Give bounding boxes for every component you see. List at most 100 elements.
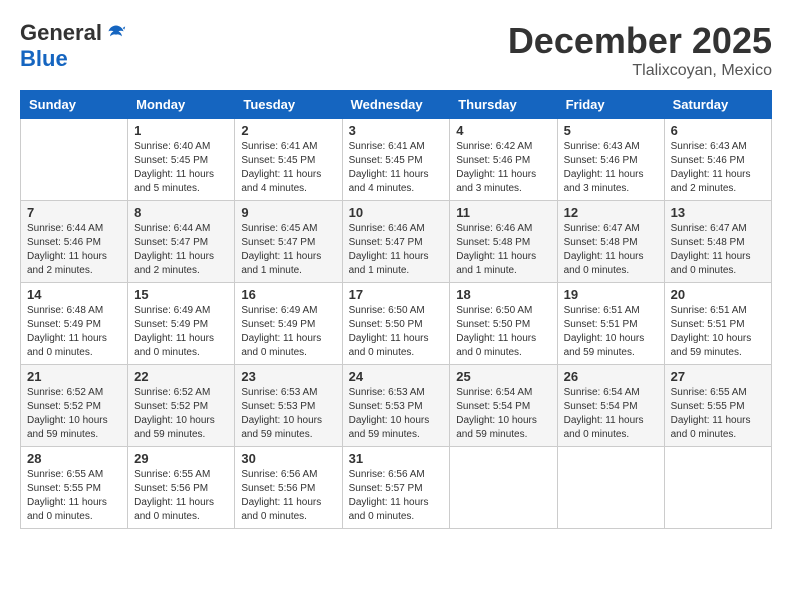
day-number: 21 [27,369,121,384]
day-number: 6 [671,123,765,138]
day-info: Sunrise: 6:56 AMSunset: 5:57 PMDaylight:… [349,468,444,524]
day-info: Sunrise: 6:55 AMSunset: 5:56 PMDaylight:… [134,468,228,524]
calendar-header-tuesday: Tuesday [235,91,342,119]
day-number: 10 [349,205,444,220]
day-number: 18 [456,287,550,302]
calendar-header-sunday: Sunday [21,91,128,119]
calendar-cell: 4Sunrise: 6:42 AMSunset: 5:46 PMDaylight… [450,119,557,201]
calendar-cell: 8 Sunrise: 6:44 AMSunset: 5:47 PMDaylight… [128,201,235,283]
day-info: Sunrise: 6:41 AMSunset: 5:45 PMDaylight:… [349,140,444,196]
day-number: 17 [349,287,444,302]
calendar-cell [664,447,771,529]
calendar-cell: 6 Sunrise: 6:43 AMSunset: 5:46 PMDaylight… [664,119,771,201]
day-info: Sunrise: 6:43 AMSunset: 5:46 PMDaylight:… [671,140,765,196]
calendar-week-row: 1 Sunrise: 6:40 AMSunset: 5:45 PMDaylight… [21,119,772,201]
calendar-cell: 19 Sunrise: 6:51 AMSunset: 5:51 PMDayligh… [557,283,664,365]
day-info: Sunrise: 6:53 AMSunset: 5:53 PMDaylight:… [349,386,444,442]
day-info: Sunrise: 6:51 AMSunset: 5:51 PMDaylight:… [564,304,658,360]
month-title: December 2025 [508,20,772,62]
calendar-cell: 20Sunrise: 6:51 AMSunset: 5:51 PMDayligh… [664,283,771,365]
day-info: Sunrise: 6:49 AMSunset: 5:49 PMDaylight:… [134,304,228,360]
calendar-cell: 23 Sunrise: 6:53 AMSunset: 5:53 PMDayligh… [235,365,342,447]
day-info: Sunrise: 6:55 AMSunset: 5:55 PMDaylight:… [27,468,121,524]
calendar-cell: 31Sunrise: 6:56 AMSunset: 5:57 PMDayligh… [342,447,450,529]
day-number: 13 [671,205,765,220]
calendar-cell: 10Sunrise: 6:46 AMSunset: 5:47 PMDayligh… [342,201,450,283]
day-number: 2 [241,123,335,138]
day-number: 8 [134,205,228,220]
day-info: Sunrise: 6:54 AMSunset: 5:54 PMDaylight:… [456,386,550,442]
day-info: Sunrise: 6:54 AMSunset: 5:54 PMDaylight:… [564,386,658,442]
logo-general-text: General [20,20,102,46]
day-number: 5 [564,123,658,138]
calendar-cell: 27 Sunrise: 6:55 AMSunset: 5:55 PMDayligh… [664,365,771,447]
calendar-week-row: 28 Sunrise: 6:55 AMSunset: 5:55 PMDayligh… [21,447,772,529]
calendar-cell: 24 Sunrise: 6:53 AMSunset: 5:53 PMDayligh… [342,365,450,447]
day-info: Sunrise: 6:49 AMSunset: 5:49 PMDaylight:… [241,304,335,360]
calendar-cell: 17Sunrise: 6:50 AMSunset: 5:50 PMDayligh… [342,283,450,365]
calendar-week-row: 7Sunrise: 6:44 AMSunset: 5:46 PMDaylight… [21,201,772,283]
calendar-table: SundayMondayTuesdayWednesdayThursdayFrid… [20,90,772,529]
calendar-cell: 5 Sunrise: 6:43 AMSunset: 5:46 PMDaylight… [557,119,664,201]
calendar-header-thursday: Thursday [450,91,557,119]
day-number: 19 [564,287,658,302]
day-number: 11 [456,205,550,220]
calendar-header-wednesday: Wednesday [342,91,450,119]
calendar-header-row: SundayMondayTuesdayWednesdayThursdayFrid… [21,91,772,119]
day-info: Sunrise: 6:53 AMSunset: 5:53 PMDaylight:… [241,386,335,442]
day-number: 12 [564,205,658,220]
calendar-week-row: 21 Sunrise: 6:52 AMSunset: 5:52 PMDayligh… [21,365,772,447]
day-info: Sunrise: 6:46 AMSunset: 5:48 PMDaylight:… [456,222,550,278]
day-info: Sunrise: 6:43 AMSunset: 5:46 PMDaylight:… [564,140,658,196]
calendar-cell: 18Sunrise: 6:50 AMSunset: 5:50 PMDayligh… [450,283,557,365]
calendar-cell: 9 Sunrise: 6:45 AMSunset: 5:47 PMDaylight… [235,201,342,283]
calendar-body: 1 Sunrise: 6:40 AMSunset: 5:45 PMDaylight… [21,119,772,529]
day-info: Sunrise: 6:47 AMSunset: 5:48 PMDaylight:… [671,222,765,278]
calendar-cell: 11 Sunrise: 6:46 AMSunset: 5:48 PMDayligh… [450,201,557,283]
calendar-cell: 13 Sunrise: 6:47 AMSunset: 5:48 PMDayligh… [664,201,771,283]
day-number: 22 [134,369,228,384]
day-number: 23 [241,369,335,384]
day-number: 30 [241,451,335,466]
calendar-cell: 3 Sunrise: 6:41 AMSunset: 5:45 PMDaylight… [342,119,450,201]
day-number: 26 [564,369,658,384]
calendar-week-row: 14 Sunrise: 6:48 AMSunset: 5:49 PMDayligh… [21,283,772,365]
day-number: 15 [134,287,228,302]
day-info: Sunrise: 6:42 AMSunset: 5:46 PMDaylight:… [456,140,550,196]
day-number: 14 [27,287,121,302]
title-section: December 2025 Tlalixcoyan, Mexico [508,20,772,80]
calendar-cell: 28 Sunrise: 6:55 AMSunset: 5:55 PMDayligh… [21,447,128,529]
day-info: Sunrise: 6:47 AMSunset: 5:48 PMDaylight:… [564,222,658,278]
day-number: 9 [241,205,335,220]
page-header: General Blue December 2025 Tlalixcoyan, … [20,20,772,80]
logo-bird-icon [106,23,126,43]
calendar-cell: 21 Sunrise: 6:52 AMSunset: 5:52 PMDayligh… [21,365,128,447]
day-info: Sunrise: 6:44 AMSunset: 5:47 PMDaylight:… [134,222,228,278]
day-number: 27 [671,369,765,384]
logo: General Blue [20,20,126,72]
day-number: 25 [456,369,550,384]
calendar-header-monday: Monday [128,91,235,119]
day-info: Sunrise: 6:55 AMSunset: 5:55 PMDaylight:… [671,386,765,442]
day-number: 20 [671,287,765,302]
calendar-cell: 29Sunrise: 6:55 AMSunset: 5:56 PMDayligh… [128,447,235,529]
calendar-cell [557,447,664,529]
day-number: 24 [349,369,444,384]
day-info: Sunrise: 6:45 AMSunset: 5:47 PMDaylight:… [241,222,335,278]
day-number: 1 [134,123,228,138]
day-number: 3 [349,123,444,138]
calendar-header-friday: Friday [557,91,664,119]
calendar-cell: 30Sunrise: 6:56 AMSunset: 5:56 PMDayligh… [235,447,342,529]
day-info: Sunrise: 6:48 AMSunset: 5:49 PMDaylight:… [27,304,121,360]
calendar-cell: 7Sunrise: 6:44 AMSunset: 5:46 PMDaylight… [21,201,128,283]
day-number: 7 [27,205,121,220]
day-info: Sunrise: 6:52 AMSunset: 5:52 PMDaylight:… [27,386,121,442]
day-number: 28 [27,451,121,466]
logo-blue-text: Blue [20,46,68,72]
calendar-cell: 16Sunrise: 6:49 AMSunset: 5:49 PMDayligh… [235,283,342,365]
location-title: Tlalixcoyan, Mexico [508,62,772,80]
calendar-cell [450,447,557,529]
calendar-cell: 2Sunrise: 6:41 AMSunset: 5:45 PMDaylight… [235,119,342,201]
day-info: Sunrise: 6:40 AMSunset: 5:45 PMDaylight:… [134,140,228,196]
calendar-cell: 1 Sunrise: 6:40 AMSunset: 5:45 PMDaylight… [128,119,235,201]
